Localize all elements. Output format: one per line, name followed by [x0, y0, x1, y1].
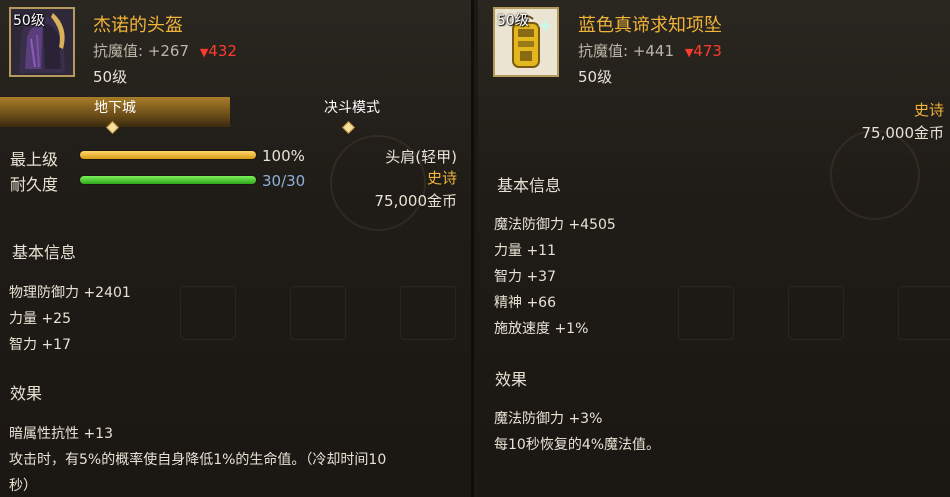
- item-level-badge: 50级: [497, 13, 529, 29]
- ghost-slot: [400, 286, 456, 340]
- arrow-down-icon: ▼: [684, 46, 694, 59]
- magic-resist-delta: 432: [208, 42, 237, 60]
- durability-bar: [79, 175, 257, 185]
- effect-title: 效果: [10, 384, 43, 403]
- arrow-down-icon: ▼: [199, 46, 209, 59]
- magic-resist: 抗魔值: +267 ▼432: [93, 40, 237, 61]
- durability-value: 30/30: [262, 172, 306, 190]
- slot-type: 头肩(轻甲): [385, 148, 457, 166]
- item-name: 蓝色真谛求知项坠: [578, 15, 722, 36]
- ghost-slot: [788, 286, 844, 340]
- background-emblem: [830, 130, 920, 220]
- ghost-slot: [898, 286, 950, 340]
- item-tooltip-left: 50级 杰诺的头盔 抗魔值: +267 ▼432 50级 地下城 决斗模式 最上…: [0, 0, 474, 497]
- tab-label: 决斗模式: [324, 100, 380, 116]
- attribute-line: 力量 +25: [9, 311, 71, 327]
- price-label: 75,000金币: [861, 124, 945, 142]
- grade-label: 最上级: [10, 150, 59, 169]
- grade-bar: [79, 150, 257, 160]
- ghost-slot: [290, 286, 346, 340]
- ghost-slot: [180, 286, 236, 340]
- effect-line: 每10秒恢复的4%魔法值。: [494, 437, 661, 453]
- attribute-line: 智力 +37: [494, 269, 556, 285]
- item-level: 50级: [93, 68, 128, 86]
- price-label: 75,000金币: [374, 192, 458, 210]
- magic-resist-delta: 473: [693, 42, 722, 60]
- effect-title: 效果: [495, 370, 528, 389]
- attribute-line: 精神 +66: [494, 295, 556, 311]
- durability-bar-fill: [80, 176, 256, 184]
- magic-resist-label: 抗魔值: +441: [578, 42, 675, 60]
- item-icon[interactable]: 50级: [493, 7, 559, 77]
- item-icon[interactable]: 50级: [9, 7, 75, 77]
- mode-tabs: 地下城 决斗模式: [0, 97, 471, 134]
- rarity-label: 史诗: [913, 101, 944, 119]
- basic-info-title: 基本信息: [12, 243, 77, 262]
- attribute-line: 施放速度 +1%: [494, 321, 589, 337]
- grade-bar-fill: [80, 151, 256, 159]
- rarity-label: 史诗: [426, 169, 457, 187]
- basic-info-title: 基本信息: [497, 176, 562, 195]
- item-tooltip-right: 50级 蓝色真谛求知项坠 抗魔值: +441 ▼473 50级 史诗 75,00…: [478, 0, 950, 497]
- grade-value: 100%: [262, 147, 305, 165]
- effect-line: 秒）: [9, 478, 37, 494]
- item-level-badge: 50级: [13, 13, 45, 29]
- item-level: 50级: [578, 68, 613, 86]
- attribute-line: 力量 +11: [494, 243, 556, 259]
- magic-resist: 抗魔值: +441 ▼473: [578, 40, 722, 61]
- ghost-slot: [678, 286, 734, 340]
- effect-line: 暗属性抗性 +13: [9, 426, 113, 442]
- tab-dungeon[interactable]: 地下城: [0, 97, 230, 127]
- tab-label: 地下城: [94, 100, 136, 116]
- tab-duel[interactable]: 决斗模式: [230, 97, 471, 127]
- magic-resist-label: 抗魔值: +267: [93, 42, 190, 60]
- item-name: 杰诺的头盔: [93, 15, 183, 36]
- effect-line: 魔法防御力 +3%: [494, 411, 603, 427]
- attribute-line: 魔法防御力 +4505: [494, 217, 616, 233]
- attribute-line: 智力 +17: [9, 337, 71, 353]
- durability-label: 耐久度: [10, 175, 59, 194]
- attribute-line: 物理防御力 +2401: [9, 285, 131, 301]
- effect-line: 攻击时，有5%的概率使自身降低1%的生命值。（冷却时间10: [9, 452, 387, 468]
